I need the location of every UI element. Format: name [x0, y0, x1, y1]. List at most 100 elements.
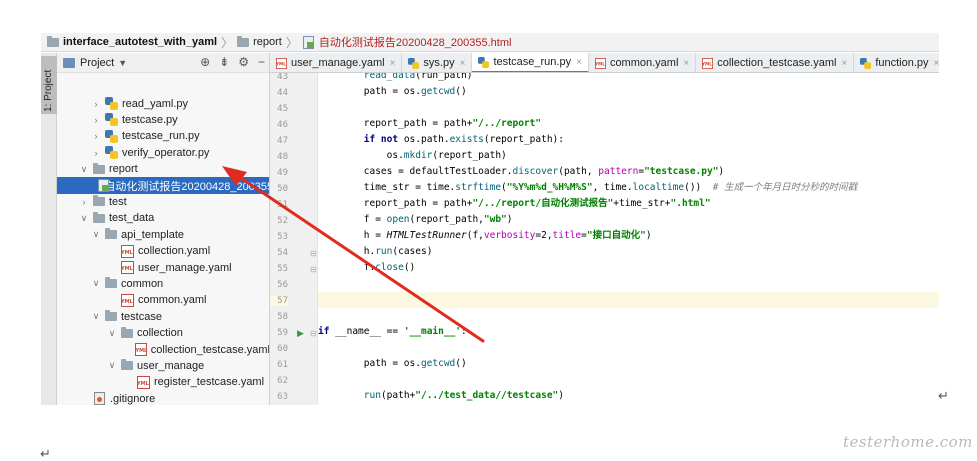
chevron-right-icon[interactable]: › — [91, 115, 101, 125]
project-panel-header: Project ▼ ⊕ ⇟ ⚙ − — [57, 53, 269, 73]
line-number: 60 — [277, 344, 288, 354]
tree-item[interactable]: ∨ testcase — [57, 308, 269, 325]
editor-tab-active[interactable]: testcase_run.py × — [472, 53, 589, 72]
breadcrumb-project[interactable]: interface_autotest_with_yaml — [47, 33, 217, 51]
editor-tab[interactable]: common.yaml × — [589, 53, 697, 72]
return-mark-icon: ↵ — [938, 388, 949, 403]
breadcrumb-separator: 〉 — [221, 35, 234, 50]
editor-tab[interactable]: collection_testcase.yaml × — [696, 53, 855, 72]
line-number: 62 — [277, 376, 288, 386]
yaml-file-icon — [135, 343, 148, 356]
tree-item-label: read_yaml.py — [122, 97, 189, 110]
folder-icon — [105, 277, 117, 289]
project-panel-toolbar: ⊕ ⇟ ⚙ − — [200, 55, 265, 69]
chevron-down-icon[interactable]: ∨ — [107, 360, 117, 371]
tree-item[interactable]: › verify_operator.py — [57, 144, 269, 161]
python-file-icon — [408, 57, 420, 69]
tree-item[interactable]: collection_testcase.yaml — [57, 341, 269, 358]
editor-tab-label: user_manage.yaml — [291, 57, 385, 69]
code-editor[interactable]: read_data(run_path) path = os.getcwd() r… — [318, 73, 939, 405]
breadcrumb-folder[interactable]: report — [237, 33, 282, 51]
folder-icon — [237, 35, 250, 47]
line-number: 43 — [277, 73, 288, 82]
tree-item[interactable]: register_testcase.yaml — [57, 374, 269, 391]
tree-item[interactable]: common.yaml — [57, 292, 269, 309]
tree-item[interactable]: ∨ collection — [57, 325, 269, 342]
chevron-down-icon[interactable]: ∨ — [79, 164, 89, 175]
tree-item-label: collection.yaml — [138, 245, 211, 258]
tree-item[interactable]: ∨ api_template — [57, 226, 269, 243]
tree-item[interactable]: ∨ user_manage — [57, 357, 269, 374]
tree-item[interactable]: ∨ test_data — [57, 210, 269, 227]
chevron-right-icon[interactable]: › — [91, 99, 101, 109]
fold-icon[interactable]: ⊟ — [310, 265, 317, 274]
project-view-icon — [63, 57, 75, 68]
code-line: h = HTMLTestRunner(f,verbosity=2,title="… — [318, 230, 652, 241]
tree-item[interactable]: ∨ report — [57, 161, 269, 178]
code-line: f = open(report_path,"wb") — [318, 214, 513, 225]
close-icon[interactable]: × — [841, 58, 847, 69]
tree-item[interactable]: › testcase.py — [57, 111, 269, 128]
line-number: 44 — [277, 88, 288, 98]
tree-item[interactable]: .gitignore — [57, 390, 269, 405]
tree-item[interactable]: collection.yaml — [57, 243, 269, 260]
line-number: 49 — [277, 168, 288, 178]
editor-tab-label: common.yaml — [609, 57, 679, 69]
yaml-file-icon — [121, 244, 134, 258]
editor-tab-label: testcase_run.py — [493, 56, 572, 68]
close-icon[interactable]: × — [683, 58, 689, 69]
chevron-down-icon[interactable]: ∨ — [91, 278, 101, 289]
chevron-down-icon[interactable]: ∨ — [91, 311, 101, 322]
project-panel: Project ▼ ⊕ ⇟ ⚙ − › read_yaml.py › testcase… — [57, 53, 270, 405]
close-icon[interactable]: × — [576, 57, 582, 68]
gitignore-file-icon — [93, 392, 106, 405]
chevron-down-icon[interactable]: ∨ — [79, 213, 89, 224]
chevron-right-icon[interactable]: › — [79, 197, 89, 207]
folder-icon — [93, 211, 105, 223]
chevron-right-icon[interactable]: › — [91, 131, 101, 141]
close-icon[interactable]: × — [460, 58, 466, 69]
tree-item-label: register_testcase.yaml — [154, 376, 265, 389]
python-file-icon — [105, 113, 118, 127]
fold-icon[interactable]: ⊟ — [310, 329, 317, 338]
fold-icon[interactable]: ⊟ — [310, 249, 317, 258]
python-file-icon — [478, 56, 490, 68]
editor-tab[interactable]: user_manage.yaml × — [270, 53, 403, 72]
chevron-down-icon[interactable]: ∨ — [91, 229, 101, 240]
tree-item[interactable]: ∨ common — [57, 275, 269, 292]
editor-tab[interactable]: sys.py × — [402, 53, 473, 72]
code-line: path = os.getcwd() — [318, 358, 467, 369]
line-number: 53 — [277, 232, 288, 242]
close-icon[interactable]: × — [390, 58, 396, 69]
code-line: path = os.getcwd() — [318, 86, 467, 97]
editor-tab[interactable]: function.py × — [854, 53, 939, 72]
hide-panel-icon[interactable]: − — [258, 55, 265, 69]
yaml-file-icon — [121, 261, 134, 274]
tree-item-selected[interactable]: 自动化测试报告20200428_200355.html — [57, 177, 269, 194]
run-icon[interactable]: ▶ — [297, 328, 304, 339]
chevron-right-icon[interactable]: › — [91, 148, 101, 158]
chevron-down-icon[interactable]: ∨ — [107, 328, 117, 339]
html-file-icon — [97, 179, 110, 192]
line-number: 54 — [277, 248, 288, 258]
editor-tab-bar: user_manage.yaml × sys.py × testcase_run.py ×… — [270, 53, 939, 73]
tree-item[interactable]: user_manage.yaml — [57, 259, 269, 276]
chevron-down-icon[interactable]: ▼ — [118, 58, 127, 68]
close-icon[interactable]: × — [934, 58, 939, 69]
tree-item[interactable]: › testcase_run.py — [57, 128, 269, 145]
yaml-file-icon — [275, 57, 288, 69]
collapse-all-icon[interactable]: ⇟ — [219, 55, 229, 69]
project-tool-tab-label: 1: Project — [43, 69, 54, 112]
python-file-icon — [105, 97, 118, 110]
folder-icon — [93, 162, 105, 174]
locate-file-icon[interactable]: ⊕ — [200, 55, 210, 69]
gear-icon[interactable]: ⚙ — [238, 55, 249, 69]
tree-item[interactable]: › test — [57, 193, 269, 210]
tree-item[interactable]: › read_yaml.py — [57, 95, 269, 112]
project-tool-tab[interactable]: 1: Project — [41, 56, 57, 114]
breadcrumb-file[interactable]: 自动化测试报告20200428_200355.html — [302, 33, 511, 51]
project-view-selector[interactable]: Project — [80, 57, 114, 69]
